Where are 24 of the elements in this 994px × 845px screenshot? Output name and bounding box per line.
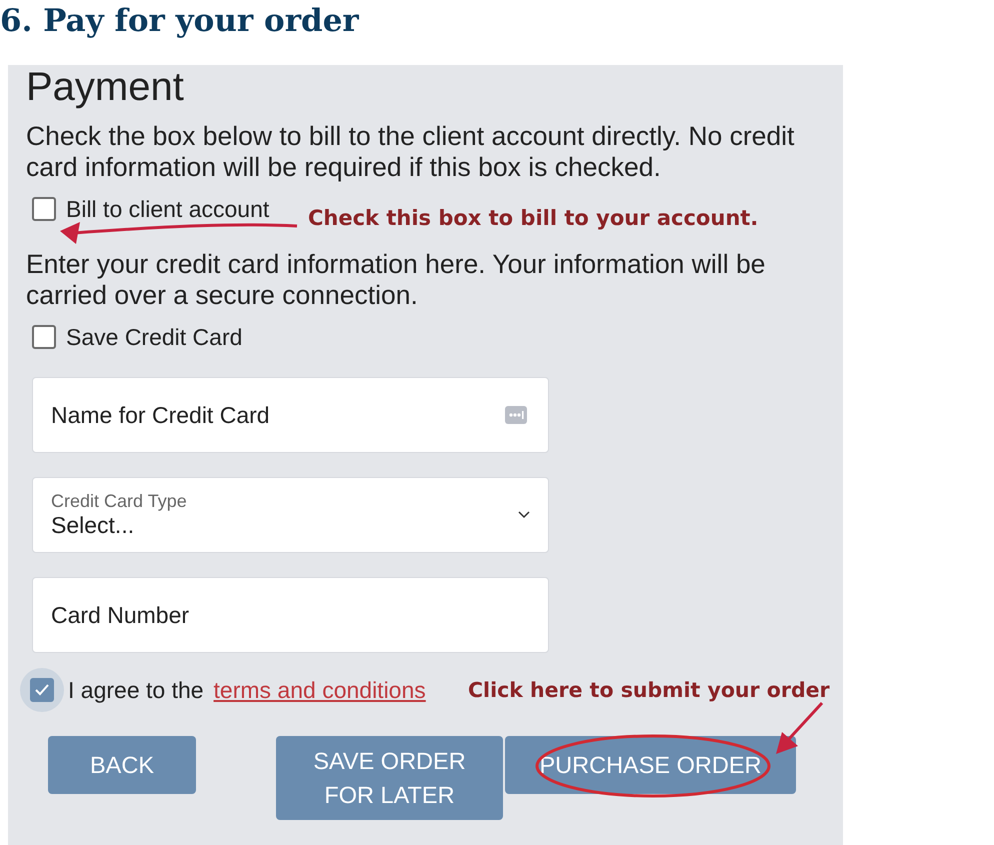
annotation-text: Check this box to bill to your account.	[308, 206, 758, 230]
checkbox[interactable]	[32, 197, 56, 221]
checkbox[interactable]	[32, 325, 56, 349]
field-label: Credit Card Type	[51, 491, 187, 512]
terms-link[interactable]: terms and conditions	[214, 676, 426, 704]
save-order-button[interactable]: SAVE ORDER FOR LATER	[276, 736, 503, 820]
instruction-text: Check the box below to bill to the client account directly. No credit card information will be required if this box is checked.	[26, 121, 796, 183]
purchase-order-button[interactable]: PURCHASE ORDER	[505, 736, 796, 794]
checkbox[interactable]	[30, 678, 54, 702]
step-heading: 6. Pay for your order	[0, 2, 360, 41]
back-button[interactable]: BACK	[48, 736, 196, 794]
instruction-text: Enter your credit card information here. Your information will be carried over a secure connection.	[26, 249, 766, 311]
checkbox-label: Save Credit Card	[66, 324, 242, 350]
annotation-arrow	[776, 702, 824, 754]
select-value: Select...	[51, 512, 134, 539]
select-field[interactable]: Credit Card Type Select...	[32, 477, 549, 553]
agree-text: I agree to the	[68, 676, 204, 704]
checkmark-icon	[34, 683, 50, 697]
checkbox-label: Bill to client account	[66, 196, 270, 222]
input-field[interactable]: Card Number	[32, 577, 549, 653]
input-field[interactable]: Name for Credit Card	[32, 377, 549, 453]
chevron-down-icon	[518, 511, 530, 519]
annotation-text: Click here to submit your order	[468, 678, 830, 702]
section-title: Payment	[26, 65, 185, 109]
